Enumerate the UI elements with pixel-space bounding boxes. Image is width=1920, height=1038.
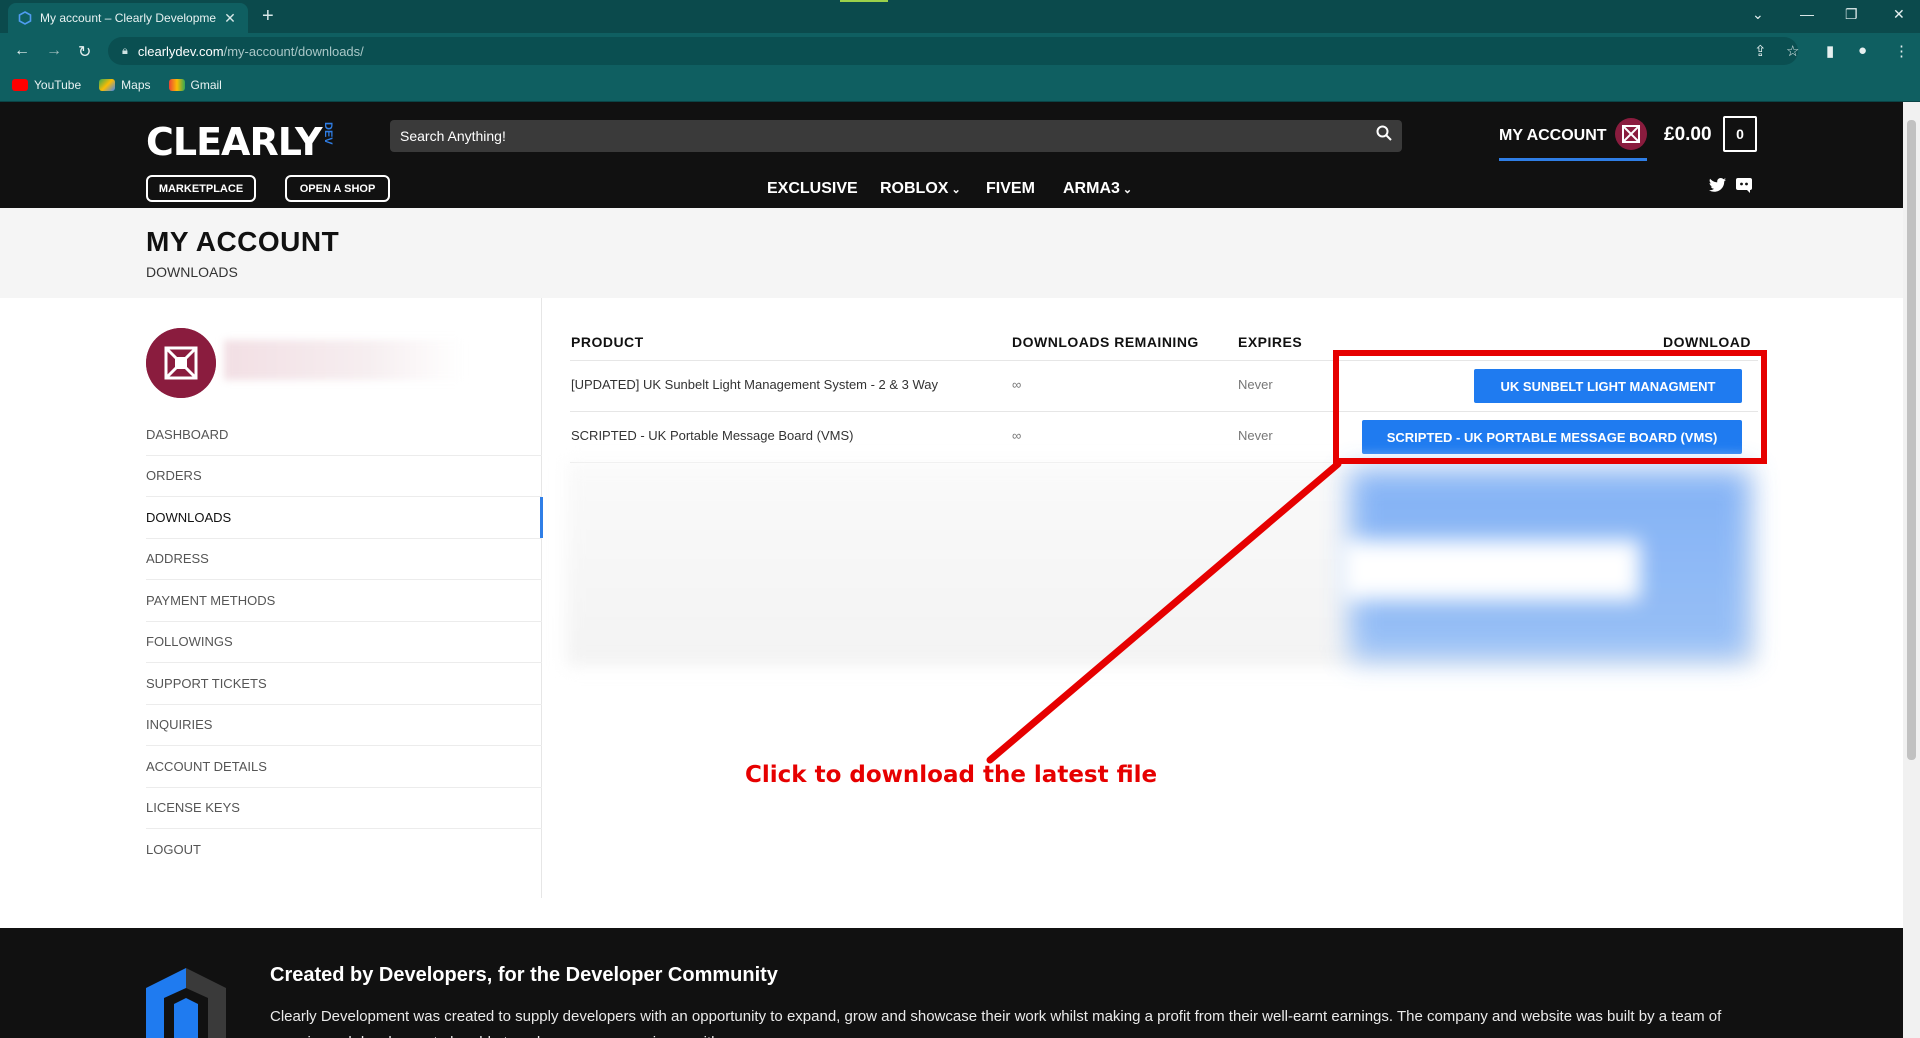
nav-roblox[interactable]: ROBLOX ⌄ xyxy=(880,180,961,198)
bookmark-label: YouTube xyxy=(34,78,82,92)
browser-toolbar: ← → ↻ 🔒︎ clearlydev.com/my-account/downl… xyxy=(0,33,1920,69)
site-favicon-icon xyxy=(18,11,32,25)
sidebar-item-account-details[interactable]: ACCOUNT DETAILS xyxy=(146,746,542,788)
page-scrollbar[interactable] xyxy=(1903,102,1920,1038)
cart-total[interactable]: £0.00 xyxy=(1664,124,1712,146)
page-title-band: MY ACCOUNT DOWNLOADS xyxy=(0,208,1903,298)
forward-icon[interactable]: → xyxy=(46,42,62,60)
nav-arma3-label: ARMA3 xyxy=(1063,180,1120,197)
lock-icon: 🔒︎ xyxy=(122,44,128,57)
sidebar-item-orders[interactable]: ORDERS xyxy=(146,456,542,497)
bookmark-star-icon[interactable]: ☆ xyxy=(1786,42,1799,60)
annotation-highlight-box xyxy=(1333,350,1767,464)
blurred-highlight xyxy=(1340,540,1640,600)
youtube-icon xyxy=(12,79,28,91)
column-header-product: PRODUCT xyxy=(571,334,644,350)
bookmarks-bar: YouTube Maps Gmail xyxy=(0,69,1920,102)
cart-button[interactable]: 0 xyxy=(1723,116,1757,152)
sidebar-item-inquiries[interactable]: INQUIRIES xyxy=(146,705,542,746)
footer-logo-icon xyxy=(146,960,256,1038)
marketplace-button[interactable]: MARKETPLACE xyxy=(146,175,256,202)
site-logo-dev: DEV xyxy=(322,122,334,145)
close-window-icon[interactable]: ✕ xyxy=(1893,6,1905,23)
address-bar[interactable]: 🔒︎ clearlydev.com/my-account/downloads/ xyxy=(108,37,1798,65)
expires: Never xyxy=(1238,377,1273,392)
chevron-down-icon: ⌄ xyxy=(951,184,961,196)
expires: Never xyxy=(1238,428,1273,443)
maps-icon xyxy=(99,79,116,91)
product-name: SCRIPTED - UK Portable Message Board (VM… xyxy=(571,428,854,443)
account-sidebar: DASHBOARD ORDERS DOWNLOADS ADDRESS PAYME… xyxy=(146,298,543,898)
url-path: /my-account/downloads/ xyxy=(223,43,364,59)
nav-exclusive[interactable]: EXCLUSIVE xyxy=(767,180,858,198)
my-account-underline xyxy=(1499,158,1647,161)
url-host: clearlydev.com xyxy=(137,43,224,59)
sidebar-item-support-tickets[interactable]: SUPPORT TICKETS xyxy=(146,663,542,705)
breadcrumb: DOWNLOADS xyxy=(146,264,238,280)
site-footer: Created by Developers, for the Developer… xyxy=(0,928,1903,1038)
site-logo[interactable]: CLEARLY xyxy=(146,120,323,164)
bookmark-label: Maps xyxy=(121,78,151,92)
avatar[interactable] xyxy=(1615,118,1647,150)
product-name: [UPDATED] UK Sunbelt Light Management Sy… xyxy=(571,377,939,392)
tab-strip-accent xyxy=(840,0,888,2)
avatar xyxy=(146,328,216,398)
annotation-text: Click to download the latest file xyxy=(745,762,1158,788)
open-shop-label: OPEN A SHOP xyxy=(299,182,376,195)
share-icon[interactable]: ⇪ xyxy=(1754,42,1767,60)
browser-menu-icon[interactable]: ⋮ xyxy=(1894,42,1909,60)
tab-title: My account – Clearly Developme xyxy=(40,11,217,25)
blurred-username xyxy=(224,340,464,380)
browser-tab-strip: My account – Clearly Developme ✕ + ⌄ — ❐… xyxy=(0,0,1920,33)
side-panel-icon[interactable]: ▮ xyxy=(1826,42,1834,60)
search-icon[interactable] xyxy=(1376,125,1392,146)
twitter-icon[interactable] xyxy=(1709,178,1726,196)
footer-description: Clearly Development was created to suppl… xyxy=(270,1008,1722,1038)
tab-search-icon[interactable]: ⌄ xyxy=(1752,6,1764,23)
browser-tab[interactable]: My account – Clearly Developme ✕ xyxy=(8,3,248,33)
search-input[interactable]: Search Anything! xyxy=(390,120,1402,152)
gmail-icon xyxy=(168,79,185,91)
nav-roblox-label: ROBLOX xyxy=(880,180,949,197)
sidebar-item-license-keys[interactable]: LICENSE KEYS xyxy=(146,788,542,829)
sidebar-item-dashboard[interactable]: DASHBOARD xyxy=(146,414,542,456)
open-shop-button[interactable]: OPEN A SHOP xyxy=(285,175,390,202)
column-header-download: DOWNLOAD xyxy=(1663,334,1751,350)
minimize-icon[interactable]: — xyxy=(1800,6,1814,22)
sidebar-item-logout[interactable]: LOGOUT xyxy=(146,829,542,871)
downloads-remaining: ∞ xyxy=(1012,428,1022,443)
search-placeholder: Search Anything! xyxy=(400,128,506,144)
account-menu: DASHBOARD ORDERS DOWNLOADS ADDRESS PAYME… xyxy=(146,414,543,871)
downloads-remaining: ∞ xyxy=(1012,377,1022,392)
nav-arma3[interactable]: ARMA3 ⌄ xyxy=(1063,180,1132,198)
site-header: CLEARLY DEV Search Anything! MY ACCOUNT … xyxy=(0,102,1903,208)
my-account-link[interactable]: MY ACCOUNT xyxy=(1499,127,1607,145)
bookmark-label: Gmail xyxy=(190,78,222,92)
back-icon[interactable]: ← xyxy=(14,42,30,60)
footer-title: Created by Developers, for the Developer… xyxy=(270,964,778,986)
new-tab-button[interactable]: + xyxy=(262,5,274,28)
bookmark-maps[interactable]: Maps xyxy=(99,78,151,92)
profile-icon[interactable]: ● xyxy=(1858,42,1867,59)
restore-icon[interactable]: ❐ xyxy=(1845,6,1858,23)
cart-count: 0 xyxy=(1736,126,1744,142)
sidebar-item-payment-methods[interactable]: PAYMENT METHODS xyxy=(146,580,542,622)
scrollbar-thumb[interactable] xyxy=(1907,120,1916,760)
bookmark-gmail[interactable]: Gmail xyxy=(168,78,222,92)
marketplace-label: MARKETPLACE xyxy=(158,182,244,195)
column-header-remaining: DOWNLOADS REMAINING xyxy=(1012,334,1199,350)
chevron-down-icon: ⌄ xyxy=(1122,184,1133,196)
reload-icon[interactable]: ↻ xyxy=(78,42,91,62)
column-header-expires: EXPIRES xyxy=(1238,334,1303,350)
tab-close-icon[interactable]: ✕ xyxy=(222,10,238,27)
nav-fivem[interactable]: FIVEM xyxy=(986,180,1035,198)
sidebar-item-address[interactable]: ADDRESS xyxy=(146,539,542,580)
bookmark-youtube[interactable]: YouTube xyxy=(12,78,81,92)
page-title: MY ACCOUNT xyxy=(146,226,340,257)
sidebar-item-followings[interactable]: FOLLOWINGS xyxy=(146,622,542,663)
sidebar-item-downloads[interactable]: DOWNLOADS xyxy=(146,497,543,539)
discord-icon[interactable] xyxy=(1736,178,1752,197)
